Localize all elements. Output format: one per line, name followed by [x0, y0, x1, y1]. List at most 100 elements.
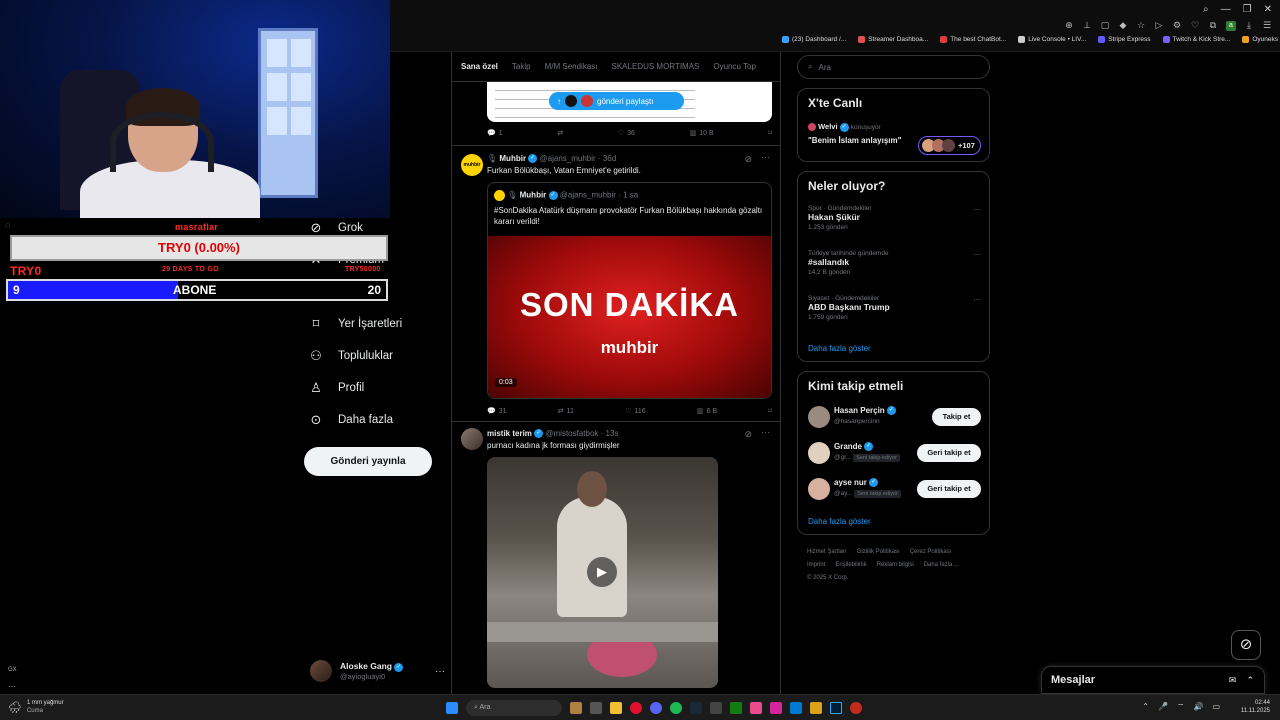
avatar[interactable] — [808, 478, 830, 500]
avatar[interactable]: muhbir — [461, 154, 483, 176]
windows-start-icon[interactable] — [446, 702, 458, 714]
trends-show-more[interactable]: Daha fazla göster — [808, 344, 871, 353]
video-player[interactable]: ▶ — [487, 457, 718, 688]
play-icon[interactable]: ▷ — [1154, 20, 1164, 31]
bookmark-item[interactable]: The best ChatBot... — [940, 36, 1006, 43]
bookmark-item[interactable]: Streamer Dashboa... — [858, 36, 928, 43]
tweet[interactable]: muhbir 🎙 Muhbir ✓ @ajans_muhbir · 36d ⊘ … — [452, 146, 780, 421]
footer-link[interactable]: Çerez Politikası — [910, 549, 952, 555]
space-listeners[interactable]: +107 — [918, 136, 981, 155]
sidebar-item-profil[interactable]: ♙ Profil — [308, 372, 448, 404]
repost-button[interactable]: ⇄ — [557, 129, 563, 137]
follow-suggestion[interactable]: Hasan Perçin ✓ @hasanpercinn Takip et — [808, 404, 981, 432]
account-switcher[interactable]: Aloske Gang ✓ @ayiogluayi0 ··· — [310, 658, 445, 684]
extension-badge-icon[interactable]: a — [1226, 20, 1236, 31]
more-dots-icon[interactable]: ··· — [973, 205, 981, 214]
file-explorer-icon[interactable] — [610, 702, 622, 714]
bookmark-icon[interactable]: ⌑ — [768, 129, 772, 137]
who-to-follow-show-more[interactable]: Daha fazla göster — [808, 517, 871, 526]
follow-suggestion[interactable]: Grande ✓ @gr... Seni takip ediyor Geri tak… — [808, 440, 981, 468]
tab-item[interactable]: Oyuncu Top — [713, 62, 756, 71]
battery-icon[interactable]: ▭ — [1212, 702, 1220, 712]
menu-icon[interactable]: ☰ — [1262, 20, 1272, 31]
more-dots-icon[interactable]: ··· — [8, 682, 16, 691]
quote-tweet[interactable]: 🎙 Muhbir ✓ @ajans_muhbir · 1 sa #SonDaki… — [487, 182, 772, 399]
app-icon[interactable] — [710, 702, 722, 714]
tab-item[interactable]: Sana özel — [461, 62, 498, 71]
opera-gx-icon[interactable] — [630, 702, 642, 714]
close-icon[interactable]: ✕ — [1264, 4, 1272, 15]
tab-item[interactable]: Takip — [512, 62, 531, 71]
messages-drawer[interactable]: Mesajlar ✉ ⌃ — [1041, 666, 1265, 694]
taskbar-search[interactable]: ⌕ Ara — [466, 700, 562, 716]
reply-button[interactable]: 💬 31 — [487, 407, 507, 416]
more-dots-icon[interactable]: ··· — [435, 666, 445, 677]
footer-link[interactable]: Reklam bilgisi — [877, 562, 914, 568]
sidebar-item-yer-i-şaretleri[interactable]: ⌑ Yer İşaretleri — [308, 308, 448, 340]
instagram-icon[interactable] — [770, 702, 782, 714]
more-dots-icon[interactable]: ··· — [761, 427, 770, 437]
chevron-up-icon[interactable]: ⌃ — [1142, 702, 1149, 712]
gear-icon[interactable]: ⚙ — [1172, 20, 1182, 31]
footer-link[interactable]: Hizmet Şartları — [807, 549, 847, 555]
obs-icon[interactable] — [850, 702, 862, 714]
zoom-icon[interactable]: ⊕ — [1064, 20, 1074, 31]
app-icon[interactable] — [790, 702, 802, 714]
grok-icon[interactable]: ⊘ — [744, 154, 752, 165]
follow-button[interactable]: Geri takip et — [917, 444, 981, 462]
share-pill[interactable]: ↑ gönderi paylaştı — [549, 92, 684, 110]
sidebar-item-daha-fazla[interactable]: ⊙ Daha fazla — [308, 404, 448, 436]
minimize-icon[interactable]: — — [1221, 4, 1231, 15]
footer-link[interactable]: Erişilebilirlik — [835, 562, 866, 568]
more-dots-icon[interactable]: ··· — [761, 152, 770, 162]
bookmark-icon[interactable]: ⌑ — [768, 407, 772, 415]
trend-item[interactable]: Spor · Gündemdekiler Hakan Şükür 1.253 gön… — [808, 205, 981, 231]
puzzle-icon[interactable]: ⧉ — [1208, 20, 1218, 31]
heart-icon[interactable]: ♡ — [1190, 20, 1200, 31]
search-icon[interactable]: ⌕ — [1203, 4, 1209, 15]
photoshop-icon[interactable] — [830, 702, 842, 714]
bookmark-item[interactable]: Oyuneks - Türkiye... — [1242, 36, 1280, 43]
trend-item[interactable]: Türkiye tarihinde gündemde #sallandık 14,2… — [808, 250, 981, 276]
shield-icon[interactable]: ◆ — [1118, 20, 1128, 31]
previous-post-image[interactable]: ↑ gönderi paylaştı — [487, 82, 772, 122]
tab-item[interactable]: SKALEDUS MORTIMAS — [612, 62, 700, 71]
bookmark-item[interactable]: (23) Dashboard /... — [782, 36, 846, 43]
trend-item[interactable]: Siyaset · Gündemdekiler ABD Başkanı Trump… — [808, 295, 981, 321]
maximize-icon[interactable]: ❐ — [1243, 4, 1252, 15]
author-name[interactable]: Muhbir — [499, 154, 526, 163]
play-icon[interactable]: ▶ — [587, 557, 617, 587]
footer-link[interactable]: © 2025 X Corp. — [807, 575, 848, 581]
avatar[interactable] — [461, 428, 483, 450]
download-icon[interactable]: ⤓ — [1244, 20, 1254, 31]
footer-link[interactable]: Imprint — [807, 562, 825, 568]
grok-icon[interactable]: ⊘ — [744, 429, 752, 440]
bookmark-item[interactable]: Twitch & Kick Stre... — [1162, 36, 1230, 43]
live-host[interactable]: Welvi ✓ konuşuyor — [808, 122, 881, 132]
space-title[interactable]: "Benim İslam anlayışım" — [808, 136, 901, 145]
post-button[interactable]: Gönderi yayınla — [304, 447, 432, 476]
pin-icon[interactable]: ⊥ — [1082, 20, 1092, 31]
footer-link[interactable]: Daha fazla ... — [924, 562, 959, 568]
task-view-icon[interactable] — [590, 702, 602, 714]
follow-button[interactable]: Takip et — [932, 408, 981, 426]
avatar[interactable] — [808, 442, 830, 464]
views-button[interactable]: ▥ 10 B — [690, 129, 714, 138]
author-name[interactable]: mistik terim — [487, 429, 532, 438]
wifi-icon[interactable]: ⌔ — [1177, 702, 1185, 712]
reply-button[interactable]: 💬 1 — [487, 129, 503, 138]
grok-float-icon[interactable]: ⊘ — [1231, 630, 1261, 660]
xbox-icon[interactable] — [730, 702, 742, 714]
bookmark-star-icon[interactable]: ☆ — [1136, 20, 1146, 31]
steam-icon[interactable] — [690, 702, 702, 714]
follow-suggestion[interactable]: ayse nur ✓ @ay... Seni takip ediyor Geri t… — [808, 476, 981, 504]
like-button[interactable]: ♡ 36 — [618, 129, 635, 138]
bookmark-item[interactable]: Stripe Express — [1098, 36, 1151, 43]
widget-icon[interactable] — [570, 702, 582, 714]
more-dots-icon[interactable]: ··· — [973, 250, 981, 259]
app-icon[interactable] — [750, 702, 762, 714]
folder-icon[interactable] — [810, 702, 822, 714]
footer-link[interactable]: Gizlilik Politikası — [857, 549, 900, 555]
avatar[interactable] — [808, 406, 830, 428]
weather-widget[interactable]: 🌧 1 mm yağmur Cuma — [8, 699, 64, 715]
